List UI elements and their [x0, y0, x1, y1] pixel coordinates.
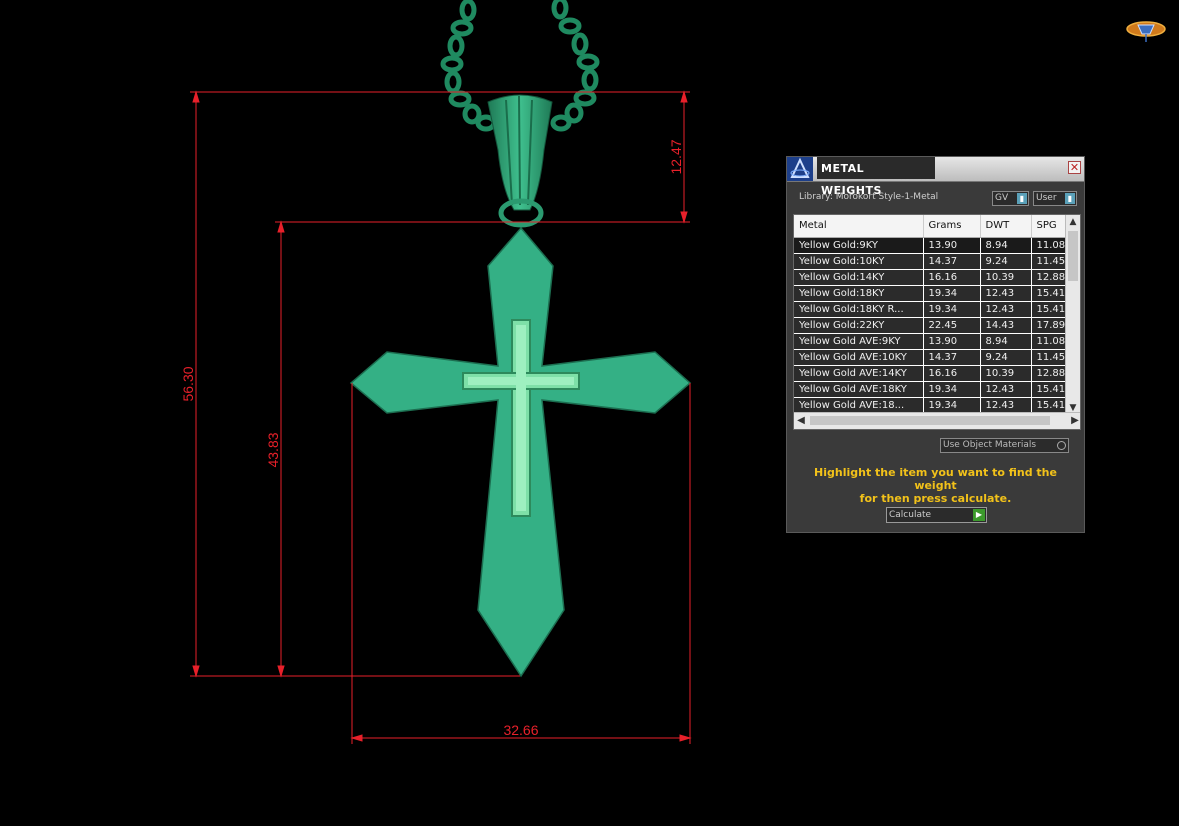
dwt-cell: 8.94: [980, 237, 1032, 254]
scroll-up-icon[interactable]: ▲: [1066, 215, 1080, 229]
table-row[interactable]: Yellow Gold:14KY 16.16 10.39 12.88: [794, 269, 1072, 286]
calculate-button[interactable]: Calculate ▶: [886, 507, 987, 523]
vertical-scroll-thumb[interactable]: [1068, 231, 1078, 281]
grams-cell: 19.34: [923, 301, 981, 318]
overall-height-label: 56.30: [180, 366, 196, 401]
grams-cell: 19.34: [923, 381, 981, 398]
panel-titlebar[interactable]: METAL WEIGHTS ✕: [787, 157, 1084, 197]
body-height-label: 43.83: [265, 432, 281, 467]
horizontal-scrollbar[interactable]: ◀ ▶: [794, 412, 1080, 429]
use-object-materials-label: Use Object Materials: [943, 440, 1037, 450]
table-row[interactable]: Yellow Gold AVE:14KY 16.16 10.39 12.88: [794, 365, 1072, 382]
calculate-label: Calculate: [889, 510, 932, 520]
user-select-value: User: [1036, 193, 1057, 203]
table-row[interactable]: Yellow Gold AVE:10KY 14.37 9.24 11.45: [794, 349, 1072, 366]
close-icon[interactable]: ✕: [1068, 161, 1081, 174]
table-row[interactable]: Yellow Gold:10KY 14.37 9.24 11.45: [794, 253, 1072, 270]
dwt-cell: 12.43: [980, 285, 1032, 302]
metal-cell: Yellow Gold AVE:18...: [794, 397, 924, 414]
table-row[interactable]: Yellow Gold:22KY 22.45 14.43 17.89: [794, 317, 1072, 334]
column-header-grams[interactable]: Grams: [923, 215, 981, 238]
scroll-left-icon[interactable]: ◀: [794, 413, 808, 429]
metal-cell: Yellow Gold:18KY: [794, 285, 924, 302]
horizontal-scroll-thumb[interactable]: [810, 416, 1050, 425]
dwt-cell: 12.43: [980, 381, 1032, 398]
grams-cell: 14.37: [923, 253, 981, 270]
dwt-cell: 10.39: [980, 365, 1032, 382]
grams-cell: 22.45: [923, 317, 981, 334]
grams-cell: 16.16: [923, 269, 981, 286]
bail-height-label: 12.47: [668, 139, 684, 174]
column-header-metal[interactable]: Metal: [794, 215, 924, 238]
gv-select-value: GV: [995, 193, 1009, 203]
width-label: 32.66: [503, 722, 538, 738]
table-row[interactable]: Yellow Gold AVE:18KY 19.34 12.43 15.41: [794, 381, 1072, 398]
grams-cell: 13.90: [923, 237, 981, 254]
vertical-scrollbar[interactable]: ▲ ▼: [1065, 215, 1080, 415]
app-logo-icon: [787, 157, 813, 181]
metal-weights-panel: METAL WEIGHTS ✕ Library: Morokort Style-…: [786, 156, 1085, 533]
cross-pendant: [349, 226, 692, 678]
inner-cross-inlay: [462, 319, 580, 517]
metal-cell: Yellow Gold AVE:14KY: [794, 365, 924, 382]
user-dropdown-icon: ▮: [1065, 193, 1075, 204]
metal-cell: Yellow Gold:18KY R...: [794, 301, 924, 318]
use-object-materials-option[interactable]: Use Object Materials: [940, 438, 1069, 453]
pendant-bail: [487, 94, 553, 228]
table-row[interactable]: Yellow Gold AVE:18... 19.34 12.43 15.41: [794, 397, 1072, 414]
metal-table: Metal Grams DWT SPG Yellow Gold:9KY 13.9…: [794, 215, 1072, 414]
gem-logo-icon: [1126, 21, 1166, 42]
play-arrow-icon: ▶: [973, 509, 985, 521]
radio-icon[interactable]: [1057, 441, 1066, 450]
dwt-cell: 9.24: [980, 253, 1032, 270]
instruction-text: Highlight the item you want to find the …: [797, 466, 1074, 505]
table-row[interactable]: Yellow Gold AVE:9KY 13.90 8.94 11.08: [794, 333, 1072, 350]
table-row[interactable]: Yellow Gold:18KY 19.34 12.43 15.41: [794, 285, 1072, 302]
gv-dropdown-icon: ▮: [1017, 193, 1027, 204]
metal-table-container[interactable]: Metal Grams DWT SPG Yellow Gold:9KY 13.9…: [793, 214, 1081, 430]
panel-title: METAL WEIGHTS: [817, 157, 935, 197]
user-select[interactable]: User ▮: [1033, 191, 1077, 206]
table-header-row: Metal Grams DWT SPG: [794, 215, 1072, 238]
grams-cell: 16.16: [923, 365, 981, 382]
dwt-cell: 12.43: [980, 397, 1032, 414]
metal-cell: Yellow Gold:14KY: [794, 269, 924, 286]
dwt-cell: 9.24: [980, 349, 1032, 366]
dwt-cell: 10.39: [980, 269, 1032, 286]
grams-cell: 19.34: [923, 285, 981, 302]
grams-cell: 19.34: [923, 397, 981, 414]
metal-cell: Yellow Gold:22KY: [794, 317, 924, 334]
instruction-line-1: Highlight the item you want to find the …: [814, 466, 1057, 492]
metal-cell: Yellow Gold:10KY: [794, 253, 924, 270]
dwt-cell: 8.94: [980, 333, 1032, 350]
instruction-line-2: for then press calculate.: [859, 492, 1012, 505]
metal-cell: Yellow Gold AVE:9KY: [794, 333, 924, 350]
table-row[interactable]: Yellow Gold:9KY 13.90 8.94 11.08: [794, 237, 1072, 254]
metal-cell: Yellow Gold AVE:10KY: [794, 349, 924, 366]
dwt-cell: 12.43: [980, 301, 1032, 318]
grams-cell: 14.37: [923, 349, 981, 366]
table-row[interactable]: Yellow Gold:18KY R... 19.34 12.43 15.41: [794, 301, 1072, 318]
grams-cell: 13.90: [923, 333, 981, 350]
dimension-lines: [190, 90, 692, 744]
metal-cell: Yellow Gold AVE:18KY: [794, 381, 924, 398]
library-label: Library: Morokort Style-1-Metal: [799, 192, 939, 202]
column-header-dwt[interactable]: DWT: [980, 215, 1032, 238]
dwt-cell: 14.43: [980, 317, 1032, 334]
scroll-right-icon[interactable]: ▶: [1068, 413, 1080, 429]
metal-cell: Yellow Gold:9KY: [794, 237, 924, 254]
gv-select[interactable]: GV ▮: [992, 191, 1029, 206]
